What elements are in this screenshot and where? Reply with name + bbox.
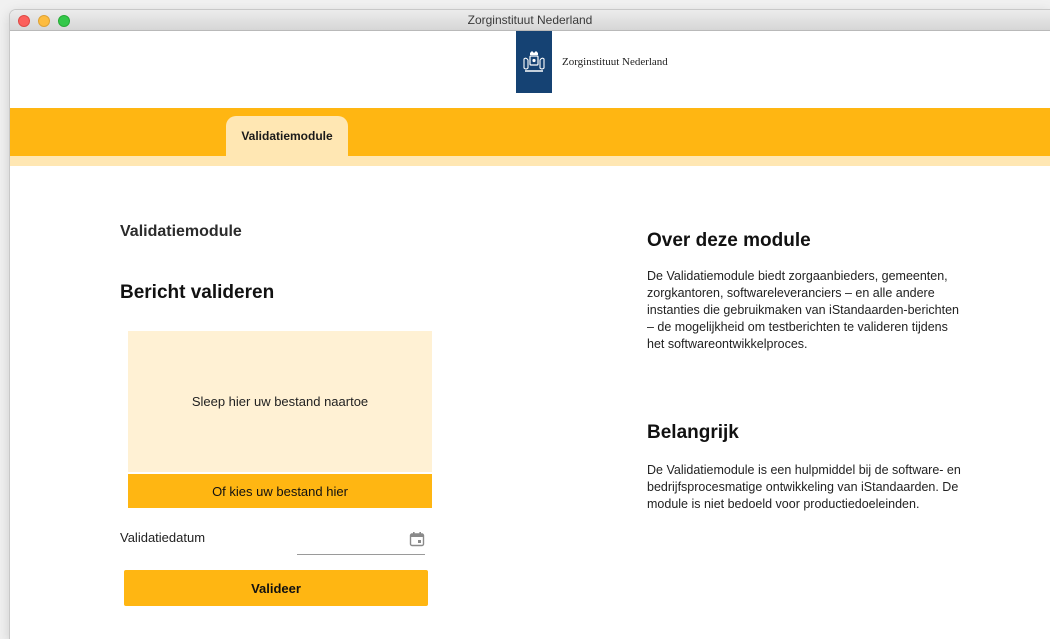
about-title: Over deze module [647,230,811,251]
choose-file-label: Of kies uw bestand hier [212,483,348,499]
title-bar[interactable]: Zorginstituut Nederland [10,10,1050,31]
coat-of-arms-icon[interactable] [516,31,552,93]
nav-bar [10,108,1050,156]
date-input[interactable] [297,525,397,553]
window-title: Zorginstituut Nederland [467,13,593,27]
date-label: Validatiedatum [120,530,206,545]
validate-label: Valideer [251,580,301,596]
logo-text[interactable]: Zorginstituut Nederland [562,56,668,68]
calendar-icon[interactable] [409,531,425,547]
nav-strip [10,156,1050,166]
tab-validatiemodule[interactable]: Validatiemodule [226,116,348,160]
validate-button[interactable]: Valideer [124,570,428,606]
important-text: De Validatiemodule is een hulpmiddel bij… [647,463,961,511]
site-header: Zorginstituut Nederland [10,31,1050,108]
dropzone-text: Sleep hier uw bestand naartoe [191,394,369,409]
choose-file-button[interactable]: Of kies uw bestand hier [128,472,432,508]
app-window: Zorginstituut Nederland Zorginstituut Ne… [10,10,1050,639]
date-field[interactable] [297,525,425,555]
important-title: Belangrijk [647,422,739,443]
page-heading: Validatiemodule [120,223,242,240]
section-title: Bericht valideren [120,282,275,303]
about-text: De Validatiemodule biedt zorgaanbieders,… [647,269,959,351]
file-dropzone[interactable]: Sleep hier uw bestand naartoe [128,331,432,472]
